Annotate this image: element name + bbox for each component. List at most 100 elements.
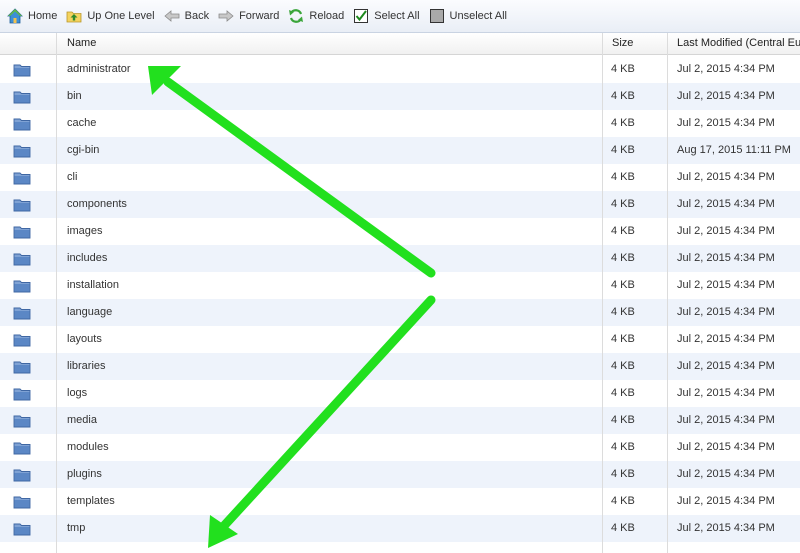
row-icon (13, 110, 33, 137)
folder-icon (13, 307, 31, 319)
folder-icon (13, 361, 31, 373)
row-icon (13, 380, 33, 407)
table-row[interactable]: installation 4 KB Jul 2, 2015 4:34 PM (0, 272, 800, 299)
up-one-level-button[interactable]: Up One Level (66, 8, 155, 24)
file-size: 4 KB (611, 144, 635, 156)
file-modified: Jul 2, 2015 4:34 PM (677, 495, 775, 507)
file-size: 4 KB (611, 198, 635, 210)
file-size: 4 KB (611, 333, 635, 345)
arrow-right-icon (218, 10, 234, 22)
file-modified: Jul 2, 2015 4:34 PM (677, 225, 775, 237)
file-name[interactable]: templates (67, 488, 597, 515)
table-row[interactable]: cgi-bin 4 KB Aug 17, 2015 11:11 PM (0, 137, 800, 164)
file-size: 4 KB (611, 522, 635, 534)
table-row[interactable]: bin 4 KB Jul 2, 2015 4:34 PM (0, 83, 800, 110)
row-icon (13, 245, 33, 272)
file-table-body: administrator 4 KB Jul 2, 2015 4:34 PM bin 4… (0, 56, 800, 542)
file-size: 4 KB (611, 63, 635, 75)
table-row[interactable]: templates 4 KB Jul 2, 2015 4:34 PM (0, 488, 800, 515)
file-modified: Jul 2, 2015 4:34 PM (677, 333, 775, 345)
folder-icon (13, 388, 31, 400)
arrow-left-icon (163, 10, 180, 22)
file-size: 4 KB (611, 225, 635, 237)
reload-icon (289, 9, 304, 23)
folder-icon (13, 415, 31, 427)
file-name[interactable]: layouts (67, 326, 597, 353)
row-icon (13, 83, 33, 110)
file-modified: Jul 2, 2015 4:34 PM (677, 414, 775, 426)
table-row[interactable]: images 4 KB Jul 2, 2015 4:34 PM (0, 218, 800, 245)
folder-icon (13, 523, 31, 535)
size-column-header[interactable]: Size (612, 33, 662, 54)
row-icon (13, 434, 33, 461)
file-name[interactable]: tmp (67, 515, 597, 542)
row-icon (13, 353, 33, 380)
folder-icon (13, 226, 31, 238)
file-name[interactable]: administrator (67, 56, 597, 83)
table-row[interactable]: administrator 4 KB Jul 2, 2015 4:34 PM (0, 56, 800, 83)
file-modified: Jul 2, 2015 4:34 PM (677, 63, 775, 75)
unselect-all-button[interactable]: Unselect All (429, 8, 507, 24)
column-divider (602, 33, 603, 553)
folder-icon (13, 118, 31, 130)
folder-icon (13, 145, 31, 157)
file-name[interactable]: libraries (67, 353, 597, 380)
table-row[interactable]: libraries 4 KB Jul 2, 2015 4:34 PM (0, 353, 800, 380)
reload-button[interactable]: Reload (288, 8, 344, 24)
file-modified: Jul 2, 2015 4:34 PM (677, 522, 775, 534)
file-size: 4 KB (611, 360, 635, 372)
row-icon (13, 461, 33, 488)
table-row[interactable]: components 4 KB Jul 2, 2015 4:34 PM (0, 191, 800, 218)
file-modified: Jul 2, 2015 4:34 PM (677, 117, 775, 129)
table-row[interactable]: language 4 KB Jul 2, 2015 4:34 PM (0, 299, 800, 326)
name-column-header[interactable]: Name (67, 33, 597, 54)
modified-column-header[interactable]: Last Modified (Central Eu (677, 33, 800, 54)
table-row[interactable]: cache 4 KB Jul 2, 2015 4:34 PM (0, 110, 800, 137)
file-name[interactable]: includes (67, 245, 597, 272)
table-row[interactable]: layouts 4 KB Jul 2, 2015 4:34 PM (0, 326, 800, 353)
select-all-label: Select All (374, 10, 420, 22)
table-row[interactable]: media 4 KB Jul 2, 2015 4:34 PM (0, 407, 800, 434)
row-icon (13, 137, 33, 164)
file-size: 4 KB (611, 495, 635, 507)
row-icon (13, 164, 33, 191)
folder-icon (13, 280, 31, 292)
folder-icon (13, 442, 31, 454)
file-name[interactable]: bin (67, 83, 597, 110)
file-table-header: Name Size Last Modified (Central Eu (0, 33, 800, 55)
file-modified: Jul 2, 2015 4:34 PM (677, 441, 775, 453)
folder-icon (13, 469, 31, 481)
forward-label: Forward (239, 10, 280, 22)
file-name[interactable]: language (67, 299, 597, 326)
table-row[interactable]: logs 4 KB Jul 2, 2015 4:34 PM (0, 380, 800, 407)
file-size: 4 KB (611, 171, 635, 183)
table-row[interactable]: includes 4 KB Jul 2, 2015 4:34 PM (0, 245, 800, 272)
file-name[interactable]: media (67, 407, 597, 434)
file-name[interactable]: cgi-bin (67, 137, 597, 164)
row-icon (13, 488, 33, 515)
folder-icon (13, 91, 31, 103)
file-name[interactable]: components (67, 191, 597, 218)
icon-column-header[interactable] (0, 33, 56, 54)
table-row[interactable]: plugins 4 KB Jul 2, 2015 4:34 PM (0, 461, 800, 488)
file-name[interactable]: plugins (67, 461, 597, 488)
reload-label: Reload (309, 10, 345, 22)
file-name[interactable]: images (67, 218, 597, 245)
file-name[interactable]: installation (67, 272, 597, 299)
file-size: 4 KB (611, 117, 635, 129)
table-row[interactable]: modules 4 KB Jul 2, 2015 4:34 PM (0, 434, 800, 461)
file-size: 4 KB (611, 90, 635, 102)
file-modified: Jul 2, 2015 4:34 PM (677, 279, 775, 291)
home-button[interactable]: Home (7, 8, 57, 24)
file-name[interactable]: modules (67, 434, 597, 461)
table-row[interactable]: cli 4 KB Jul 2, 2015 4:34 PM (0, 164, 800, 191)
row-icon (13, 191, 33, 218)
forward-button[interactable]: Forward (218, 8, 279, 24)
file-name[interactable]: cli (67, 164, 597, 191)
select-all-button[interactable]: Select All (353, 8, 420, 24)
file-name[interactable]: logs (67, 380, 597, 407)
back-button[interactable]: Back (163, 8, 209, 24)
file-name[interactable]: cache (67, 110, 597, 137)
table-row[interactable]: tmp 4 KB Jul 2, 2015 4:34 PM (0, 515, 800, 542)
file-modified: Jul 2, 2015 4:34 PM (677, 90, 775, 102)
